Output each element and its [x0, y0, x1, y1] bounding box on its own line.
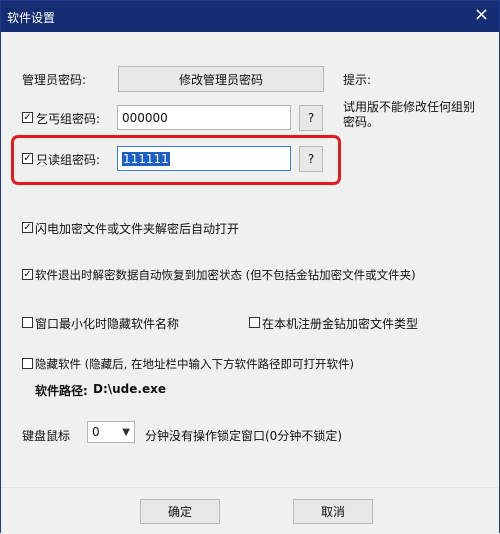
admin-password-label: 管理员密码:	[22, 73, 87, 87]
beggar-password-value: 000000	[122, 110, 168, 125]
software-path-value: D:\ude.exe	[93, 382, 166, 396]
lock-description: 分钟没有操作锁定窗口(0分钟不锁定)	[145, 429, 342, 443]
register-type-label[interactable]: 在本机注册金钻加密文件类型	[262, 315, 418, 332]
button-bar: 确定 取消	[1, 487, 499, 534]
hide-software-label[interactable]: 隐藏软件 (隐藏后, 在地址栏中输入下方软件路径即可打开软件)	[35, 356, 354, 372]
flash-open-label[interactable]: 闪电加密文件或文件夹解密后自动打开	[35, 220, 239, 237]
auto-restore-label[interactable]: 软件退出时解密数据自动恢复到加密状态 (但不包括金钻加密文件或文件夹)	[35, 267, 416, 283]
auto-restore-checkbox[interactable]	[22, 269, 33, 280]
title-bar: 软件设置 ×	[1, 1, 499, 32]
close-icon[interactable]: ×	[474, 5, 489, 25]
hint-label: 提示:	[343, 73, 372, 87]
lock-minutes-value: 0	[92, 425, 100, 439]
keyboard-mouse-label: 键盘鼠标	[22, 429, 71, 443]
flash-open-checkbox[interactable]	[22, 222, 33, 233]
settings-window: 软件设置 × 管理员密码: 修改管理员密码 提示: 试用版不能修改任何组别 密码…	[0, 0, 500, 534]
beggar-group-checkbox[interactable]	[22, 112, 33, 123]
beggar-group-label: 乞丐组密码:	[36, 112, 101, 126]
readonly-group-label: 只读组密码:	[36, 153, 101, 167]
readonly-help-button[interactable]: ?	[299, 146, 323, 172]
chevron-down-icon: ▼	[122, 426, 130, 438]
ok-button[interactable]: 确定	[140, 499, 220, 524]
lock-minutes-select[interactable]: 0 ▼	[87, 421, 135, 443]
hide-name-checkbox[interactable]	[22, 317, 33, 328]
register-type-checkbox[interactable]	[249, 317, 260, 328]
hide-name-label[interactable]: 窗口最小化时隐藏软件名称	[35, 315, 179, 332]
cancel-button[interactable]: 取消	[293, 499, 373, 524]
readonly-password-input[interactable]: 111111	[117, 146, 291, 171]
beggar-password-input[interactable]: 000000	[117, 105, 291, 130]
window-title: 软件设置	[7, 11, 56, 25]
readonly-password-value: 111111	[122, 151, 170, 166]
beggar-help-button[interactable]: ?	[299, 105, 323, 131]
hide-software-checkbox[interactable]	[22, 358, 33, 369]
change-admin-password-button[interactable]: 修改管理员密码	[118, 66, 324, 92]
readonly-group-checkbox[interactable]	[22, 153, 33, 164]
hint-text-line2: 密码。	[343, 115, 380, 129]
software-path-label: 软件路径:	[35, 384, 88, 398]
